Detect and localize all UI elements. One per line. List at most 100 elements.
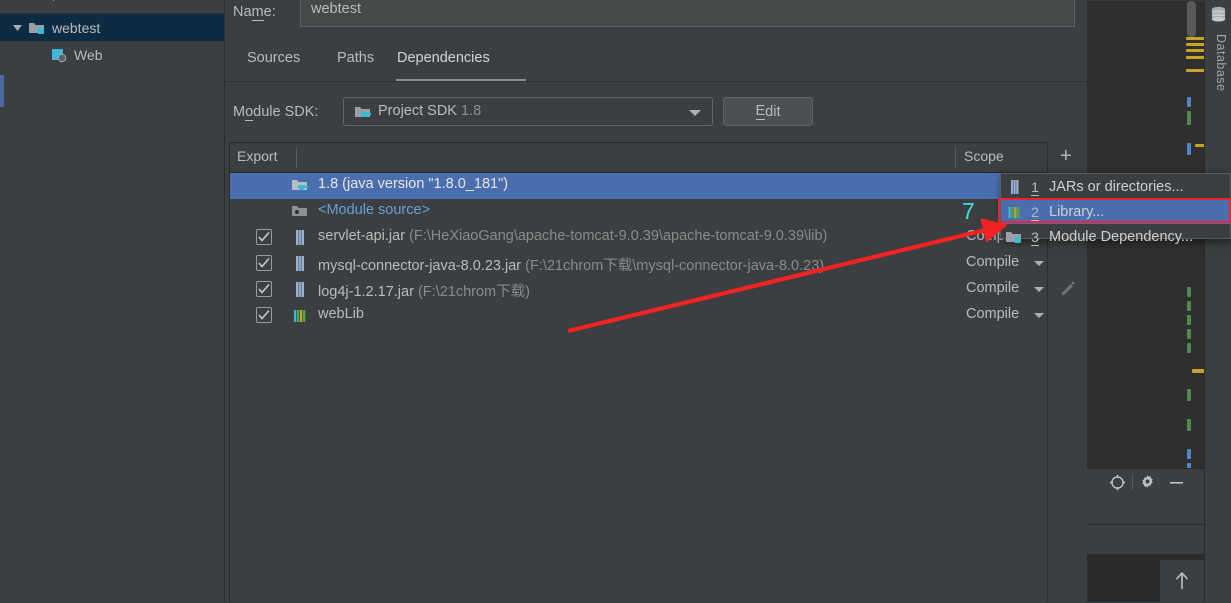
target-icon[interactable] — [1109, 474, 1126, 491]
module-sdk-value: Project SDK 1.8 — [378, 103, 482, 119]
module-sdk-label: Module SDK: — [233, 104, 319, 121]
editor-tabs: Sources Paths Dependencies — [225, 44, 1087, 82]
column-divider-2[interactable] — [955, 147, 956, 168]
sdk-folder-icon — [291, 177, 309, 194]
tab-sources[interactable]: Sources — [245, 50, 302, 66]
gutter-marker[interactable] — [1187, 111, 1191, 125]
chevron-down-icon[interactable] — [1034, 287, 1044, 292]
table-cell-scope[interactable]: Compile — [966, 306, 1019, 322]
export-checkbox[interactable] — [256, 307, 272, 323]
module-editor-panel: Name: webtest Sources Paths Dependencies… — [225, 0, 1088, 603]
tree-item-label: webtest — [52, 19, 101, 36]
tab-dependencies[interactable]: Dependencies — [395, 50, 492, 66]
pencil-icon[interactable] — [1058, 280, 1078, 303]
arrow-up-icon[interactable] — [1160, 560, 1204, 602]
tool-window-tab-label: Database — [1214, 34, 1228, 92]
chevron-down-icon[interactable] — [1034, 313, 1044, 318]
tree-item-web[interactable]: Web — [0, 41, 224, 68]
name-label: Name: — [233, 4, 276, 21]
table-row[interactable]: log4j-1.2.17.jar (F:\21chrom下载) Compile — [230, 277, 1088, 303]
editor-status-stripe-2 — [1087, 525, 1204, 555]
menu-item-mnemonic: 2 — [1031, 203, 1039, 221]
chevron-down-icon[interactable] — [1034, 261, 1044, 266]
menu-item-label: Library... — [1049, 203, 1105, 220]
module-source-icon — [291, 203, 309, 220]
menu-item-library[interactable]: 2 Library... — [1001, 199, 1230, 224]
table-body: 1.8 (java version "1.8.0_181") <Module s… — [230, 173, 1088, 329]
table-cell-name: 1.8 (java version "1.8.0_181") — [318, 176, 509, 192]
library-icon — [1001, 204, 1027, 220]
column-header-scope[interactable]: Scope — [964, 148, 1004, 164]
name-input-value: webtest — [311, 1, 361, 17]
editor-gutter-area: Database — [1087, 0, 1231, 602]
database-icon — [1210, 6, 1227, 27]
module-settings-window: + webtest — [0, 0, 1231, 603]
gutter-marker[interactable] — [1187, 287, 1191, 297]
library-icon — [291, 307, 309, 324]
gutter-marker[interactable] — [1187, 449, 1191, 459]
add-dependency-popup-menu: 1 JARs or directories... 2 Library... 3 … — [1000, 173, 1231, 246]
chevron-down-icon[interactable] — [689, 110, 701, 116]
editor-bottom-toolbar — [1087, 468, 1204, 496]
table-row[interactable]: 1.8 (java version "1.8.0_181") — [230, 173, 1088, 199]
table-cell-name: <Module source> — [318, 202, 431, 218]
module-tree: webtest Web — [0, 14, 224, 68]
tree-item-webtest[interactable]: webtest — [0, 14, 224, 41]
plus-icon[interactable]: + — [50, 0, 59, 4]
table-cell-name: servlet-api.jar (F:\HeXiaoGang\apache-to… — [318, 228, 828, 244]
gutter-marker[interactable] — [1187, 329, 1191, 339]
menu-item-mnemonic: 3 — [1031, 228, 1039, 246]
jar-icon — [1001, 179, 1027, 195]
chevron-down-icon[interactable] — [6, 21, 28, 34]
table-cell-scope[interactable]: Compile — [966, 254, 1019, 270]
annotation-step-number: 7 — [962, 198, 975, 224]
table-cell-name: mysql-connector-java-8.0.23.jar (F:\21ch… — [318, 258, 825, 274]
export-checkbox[interactable] — [256, 255, 272, 271]
gutter-marker[interactable] — [1187, 343, 1191, 353]
table-row[interactable]: webLib Compile — [230, 303, 1088, 329]
dependencies-table: Export Scope 1.8 (java version "1.8.0_18… — [229, 142, 1088, 603]
table-row[interactable]: servlet-api.jar (F:\HeXiaoGang\apache-to… — [230, 225, 1088, 251]
gutter-marker[interactable] — [1187, 315, 1191, 325]
table-cell-name: log4j-1.2.17.jar (F:\21chrom下载) — [318, 284, 530, 300]
gutter-marker[interactable] — [1187, 143, 1191, 155]
module-folder-icon — [1001, 229, 1027, 245]
tree-item-label: Web — [74, 46, 103, 63]
tab-paths[interactable]: Paths — [335, 50, 376, 66]
gutter-marker[interactable] — [1187, 301, 1191, 311]
gutter-marker[interactable] — [1187, 97, 1191, 107]
module-folder-icon — [28, 20, 46, 36]
table-row[interactable]: mysql-connector-java-8.0.23.jar (F:\21ch… — [230, 251, 1088, 277]
export-checkbox[interactable] — [256, 229, 272, 245]
plus-icon[interactable]: + — [1060, 146, 1072, 166]
jar-icon — [291, 281, 309, 298]
menu-item-module-dependency[interactable]: 3 Module Dependency... — [1001, 224, 1230, 249]
tab-active-underline — [396, 79, 526, 81]
left-panel-scrollbar[interactable] — [0, 75, 4, 107]
jar-icon — [291, 255, 309, 272]
jar-icon — [291, 229, 309, 246]
editor-status-stripe-1 — [1087, 495, 1204, 525]
gutter-marker[interactable] — [1187, 419, 1191, 431]
column-divider-1[interactable] — [296, 147, 297, 168]
module-sdk-row: Module SDK: Project SDK 1.8 Edit — [225, 96, 1087, 132]
module-sdk-combobox[interactable]: Project SDK 1.8 — [343, 97, 713, 126]
minus-icon[interactable] — [1168, 474, 1185, 491]
menu-item-jars-or-directories[interactable]: 1 JARs or directories... — [1001, 174, 1230, 199]
export-checkbox[interactable] — [256, 281, 272, 297]
name-input[interactable]: webtest — [300, 0, 1075, 27]
gutter-marker[interactable] — [1187, 389, 1191, 401]
table-cell-scope[interactable]: Compile — [966, 280, 1019, 296]
name-row: Name: webtest — [225, 0, 1087, 33]
table-header: Export Scope — [230, 143, 1088, 173]
module-tree-toolbar: + — [0, 0, 224, 14]
table-row[interactable]: <Module source> — [230, 199, 1088, 225]
sdk-folder-icon — [354, 104, 372, 120]
editor-scrollbar[interactable] — [1187, 1, 1196, 37]
tool-window-tab-database[interactable]: Database — [1204, 0, 1231, 602]
edit-sdk-button[interactable]: Edit — [723, 97, 813, 126]
gear-icon[interactable] — [1139, 474, 1156, 491]
column-header-export[interactable]: Export — [237, 148, 277, 164]
table-cell-name: webLib — [318, 306, 364, 322]
module-tree-panel: + webtest — [0, 0, 225, 602]
